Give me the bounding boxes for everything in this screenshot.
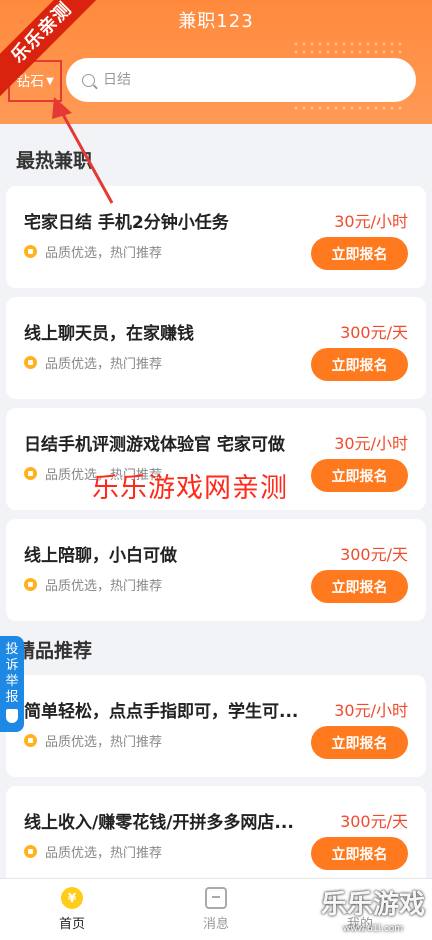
job-tag: 品质优选，热门推荐 <box>24 731 162 750</box>
apply-button[interactable]: 立即报名 <box>311 570 408 603</box>
job-card[interactable]: 线上陪聊，小白可做 300元/天 品质优选，热门推荐 立即报名 <box>6 519 426 621</box>
job-title: 线上陪聊，小白可做 <box>24 546 177 566</box>
tab-messages[interactable]: 消息 <box>144 879 288 940</box>
apply-button[interactable]: 立即报名 <box>311 837 408 870</box>
report-label: 投诉举报 <box>5 642 19 705</box>
thumbs-up-icon <box>24 734 37 747</box>
job-salary: 300元/天 <box>340 545 408 564</box>
report-button[interactable]: 投诉举报 <box>0 636 24 732</box>
job-salary: 30元/小时 <box>334 701 408 720</box>
search-input[interactable] <box>103 72 383 88</box>
job-tag-text: 品质优选，热门推荐 <box>45 735 163 750</box>
annotation-arrow-icon <box>52 97 114 204</box>
job-tag: 品质优选，热门推荐 <box>24 842 162 861</box>
job-tag-text: 品质优选，热门推荐 <box>45 846 163 861</box>
job-title: 线上聊天员，在家赚钱 <box>24 324 194 344</box>
apply-button[interactable]: 立即报名 <box>311 459 408 492</box>
job-tag: 品质优选，热门推荐 <box>24 242 162 261</box>
job-salary: 300元/天 <box>340 323 408 342</box>
thumbs-up-icon <box>24 356 37 369</box>
coin-icon: ¥ <box>61 887 83 909</box>
thumbs-up-icon <box>24 467 37 480</box>
search-icon <box>82 73 95 87</box>
thumbs-up-icon <box>24 245 37 258</box>
job-salary: 300元/天 <box>340 812 408 831</box>
job-tag-text: 品质优选，热门推荐 <box>45 579 163 594</box>
job-tag: 品质优选，热门推荐 <box>24 575 162 594</box>
caret-down-icon: ▼ <box>46 75 54 87</box>
shield-icon <box>6 709 18 723</box>
apply-button[interactable]: 立即报名 <box>311 726 408 759</box>
apply-button[interactable]: 立即报名 <box>311 237 408 270</box>
job-tag-text: 品质优选，热门推荐 <box>45 357 163 372</box>
corner-watermark-url: www.61l.com <box>342 924 404 934</box>
tab-home[interactable]: ¥ 首页 <box>0 879 144 940</box>
corner-watermark: 乐乐游戏 www.61l.com <box>314 886 432 940</box>
job-card[interactable]: 线上聊天员，在家赚钱 300元/天 品质优选，热门推荐 立即报名 <box>6 297 426 399</box>
thumbs-up-icon <box>24 578 37 591</box>
job-card[interactable]: 简单轻松，点点手指即可，学生可... 30元/小时 品质优选，热门推荐 立即报名 <box>6 675 426 777</box>
tab-label: 消息 <box>202 917 229 932</box>
watermark-text: 乐乐游戏网亲测 <box>92 473 288 504</box>
section-title-featured: 精品推荐 <box>16 640 93 662</box>
tab-label: 首页 <box>58 917 85 932</box>
job-title: 线上收入/赚零花钱/开拼多多网店... <box>24 813 294 833</box>
job-salary: 30元/小时 <box>334 212 408 231</box>
job-card[interactable]: 线上收入/赚零花钱/开拼多多网店... 300元/天 品质优选，热门推荐 立即报… <box>6 786 426 888</box>
thumbs-up-icon <box>24 845 37 858</box>
apply-button[interactable]: 立即报名 <box>311 348 408 381</box>
job-title: 日结手机评测游戏体验官 宅家可做 <box>24 435 285 455</box>
job-tag-text: 品质优选，热门推荐 <box>45 246 163 261</box>
job-title: 简单轻松，点点手指即可，学生可... <box>24 702 299 722</box>
corner-watermark-text: 乐乐游戏 <box>320 890 425 920</box>
message-icon <box>205 887 227 909</box>
job-tag: 品质优选，热门推荐 <box>24 353 162 372</box>
job-salary: 30元/小时 <box>334 434 408 453</box>
